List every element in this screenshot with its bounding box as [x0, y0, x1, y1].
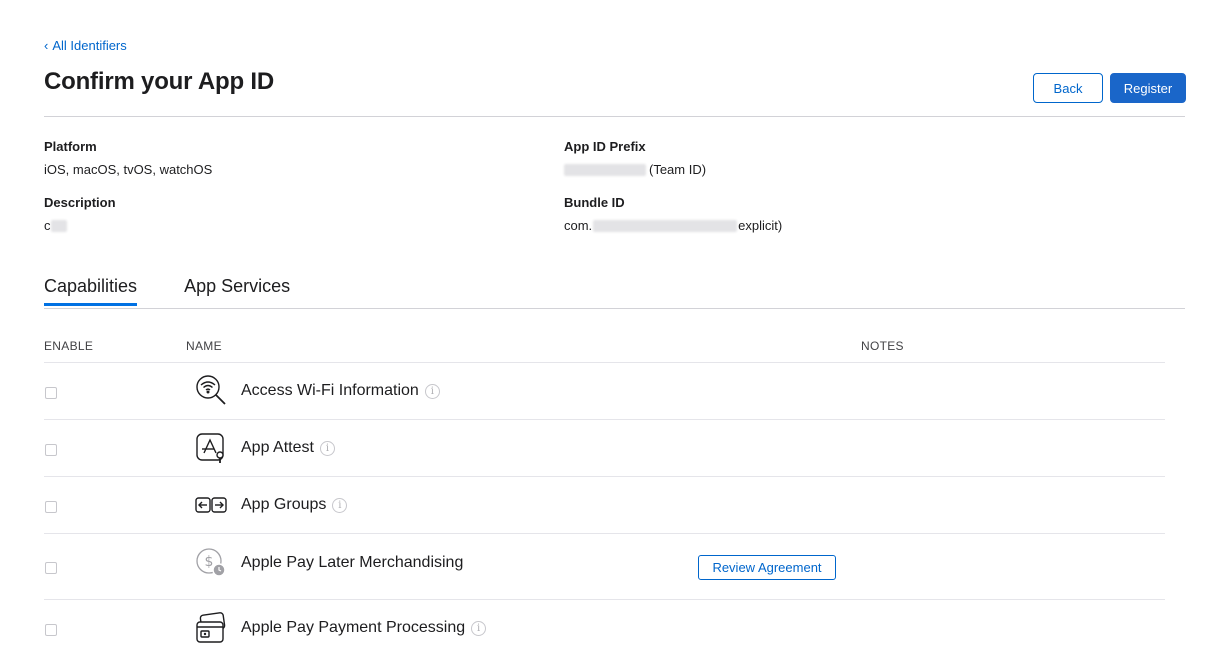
bundle-id-suffix: explicit): [738, 218, 783, 233]
capability-row: App Attest i: [44, 419, 1165, 476]
tab-capabilities[interactable]: Capabilities: [44, 276, 138, 306]
enable-checkbox[interactable]: [45, 624, 57, 636]
enable-checkbox[interactable]: [45, 444, 57, 456]
column-header-notes: NOTES: [861, 339, 904, 353]
tab-bar: Capabilities App Services: [44, 276, 290, 306]
column-header-name: NAME: [186, 339, 222, 353]
platform-label: Platform: [44, 139, 97, 154]
app-id-prefix-value: (Team ID): [564, 162, 706, 177]
back-button[interactable]: Back: [1033, 73, 1103, 103]
app-attest-icon: [194, 431, 228, 465]
enable-checkbox[interactable]: [45, 501, 57, 513]
info-icon[interactable]: i: [319, 440, 335, 456]
redacted-block: [564, 163, 646, 176]
app-groups-icon: [194, 488, 228, 522]
all-identifiers-link[interactable]: ‹ All Identifiers: [44, 38, 127, 53]
info-icon[interactable]: i: [332, 497, 348, 513]
platform-value: iOS, macOS, tvOS, watchOS: [44, 162, 213, 177]
bundle-id-label: Bundle ID: [564, 195, 625, 210]
page-title: Confirm your App ID: [44, 68, 274, 95]
info-icon[interactable]: i: [471, 620, 487, 636]
enable-checkbox[interactable]: [45, 562, 57, 574]
bundle-id-value: com. explicit): [564, 218, 782, 233]
capability-name: App Attest i: [241, 439, 335, 457]
platform-field: Platform iOS, macOS, tvOS, watchOS: [44, 139, 212, 177]
register-button[interactable]: Register: [1110, 73, 1186, 103]
redacted-block: [50, 219, 67, 232]
description-label: Description: [44, 195, 116, 210]
capability-label: App Attest: [241, 439, 314, 456]
description-field: Description c: [44, 195, 116, 233]
chevron-left-icon: ‹: [44, 38, 49, 53]
tabs-divider: [44, 308, 1185, 309]
capability-label: Access Wi-Fi Information: [241, 382, 419, 399]
capability-label: App Groups: [241, 496, 327, 513]
apple-pay-later-icon: $: [194, 546, 228, 580]
capability-name: Access Wi-Fi Information i: [241, 382, 440, 400]
capability-name: Apple Pay Payment Processing i: [241, 619, 487, 637]
app-id-prefix-field: App ID Prefix (Team ID): [564, 139, 706, 177]
app-id-prefix-label: App ID Prefix: [564, 139, 646, 154]
wifi-search-icon: [194, 373, 228, 407]
capability-name: Apple Pay Later Merchandising: [241, 554, 463, 572]
redacted-block: [593, 219, 738, 232]
capability-name: App Groups i: [241, 496, 348, 514]
info-icon[interactable]: i: [424, 383, 440, 399]
apple-pay-card-icon: [194, 611, 228, 645]
review-agreement-button[interactable]: Review Agreement: [698, 555, 836, 580]
capability-label: Apple Pay Later Merchandising: [241, 554, 464, 571]
tab-app-services[interactable]: App Services: [184, 276, 290, 306]
capability-row: App Groups i: [44, 476, 1165, 533]
capability-row: $ Apple Pay Later Merchandising Review A…: [44, 533, 1165, 599]
column-header-enable: ENABLE: [44, 339, 94, 353]
capability-label: Apple Pay Payment Processing: [241, 619, 466, 636]
svg-text:$: $: [205, 554, 214, 570]
capability-row: Apple Pay Payment Processing i: [44, 599, 1165, 645]
enable-checkbox[interactable]: [45, 387, 57, 399]
bundle-id-prefix: com.: [564, 218, 593, 233]
description-text: c: [44, 218, 51, 233]
team-id-text: (Team ID): [649, 162, 707, 177]
capability-row: Access Wi-Fi Information i: [44, 362, 1165, 419]
bundle-id-field: Bundle ID com. explicit): [564, 195, 782, 233]
header-divider: [44, 116, 1185, 117]
all-identifiers-label: All Identifiers: [52, 38, 127, 53]
description-value: c: [44, 218, 116, 233]
